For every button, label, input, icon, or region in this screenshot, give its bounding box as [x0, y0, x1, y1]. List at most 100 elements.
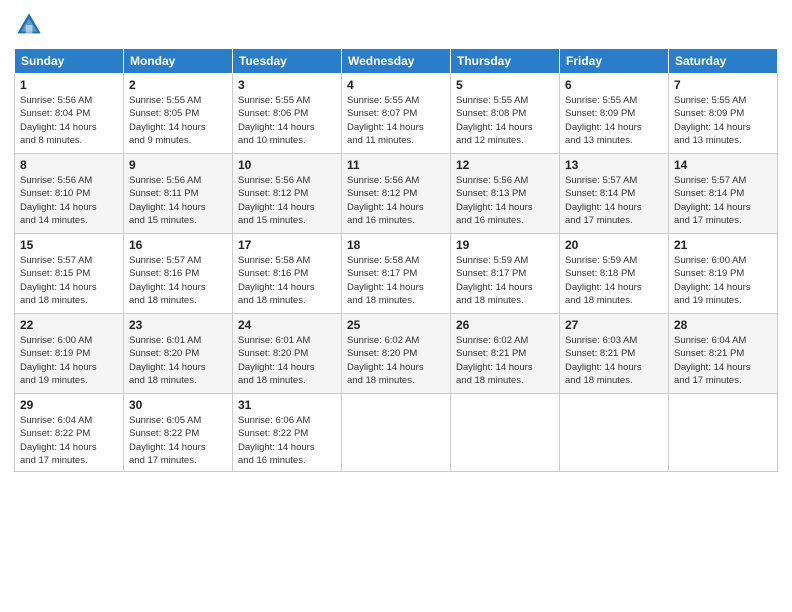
- day-number: 20: [565, 238, 663, 252]
- calendar-cell: 18 Sunrise: 5:58 AMSunset: 8:17 PMDaylig…: [342, 234, 451, 314]
- day-number: 12: [456, 158, 554, 172]
- day-info: Sunrise: 5:55 AMSunset: 8:06 PMDaylight:…: [238, 94, 336, 147]
- day-of-week-header: Sunday: [15, 49, 124, 74]
- day-info: Sunrise: 5:56 AMSunset: 8:12 PMDaylight:…: [347, 174, 445, 227]
- day-number: 8: [20, 158, 118, 172]
- calendar-cell: 16 Sunrise: 5:57 AMSunset: 8:16 PMDaylig…: [124, 234, 233, 314]
- calendar-cell: 19 Sunrise: 5:59 AMSunset: 8:17 PMDaylig…: [451, 234, 560, 314]
- day-number: 5: [456, 78, 554, 92]
- day-info: Sunrise: 5:55 AMSunset: 8:07 PMDaylight:…: [347, 94, 445, 147]
- day-number: 14: [674, 158, 772, 172]
- day-info: Sunrise: 5:57 AMSunset: 8:14 PMDaylight:…: [565, 174, 663, 227]
- day-info: Sunrise: 5:59 AMSunset: 8:17 PMDaylight:…: [456, 254, 554, 307]
- day-number: 13: [565, 158, 663, 172]
- day-info: Sunrise: 5:55 AMSunset: 8:09 PMDaylight:…: [674, 94, 772, 147]
- day-info: Sunrise: 5:55 AMSunset: 8:05 PMDaylight:…: [129, 94, 227, 147]
- calendar-cell: 1 Sunrise: 5:56 AMSunset: 8:04 PMDayligh…: [15, 74, 124, 154]
- calendar-cell: [560, 394, 669, 472]
- day-number: 2: [129, 78, 227, 92]
- day-info: Sunrise: 5:55 AMSunset: 8:09 PMDaylight:…: [565, 94, 663, 147]
- header: [14, 10, 778, 40]
- calendar: SundayMondayTuesdayWednesdayThursdayFrid…: [14, 48, 778, 472]
- calendar-cell: 3 Sunrise: 5:55 AMSunset: 8:06 PMDayligh…: [233, 74, 342, 154]
- page: SundayMondayTuesdayWednesdayThursdayFrid…: [0, 0, 792, 612]
- logo-icon: [14, 10, 44, 40]
- day-of-week-header: Saturday: [669, 49, 778, 74]
- calendar-cell: 27 Sunrise: 6:03 AMSunset: 8:21 PMDaylig…: [560, 314, 669, 394]
- calendar-cell: 23 Sunrise: 6:01 AMSunset: 8:20 PMDaylig…: [124, 314, 233, 394]
- day-of-week-header: Tuesday: [233, 49, 342, 74]
- day-info: Sunrise: 6:04 AMSunset: 8:22 PMDaylight:…: [20, 414, 118, 467]
- calendar-cell: 22 Sunrise: 6:00 AMSunset: 8:19 PMDaylig…: [15, 314, 124, 394]
- calendar-cell: 25 Sunrise: 6:02 AMSunset: 8:20 PMDaylig…: [342, 314, 451, 394]
- calendar-cell: 21 Sunrise: 6:00 AMSunset: 8:19 PMDaylig…: [669, 234, 778, 314]
- calendar-cell: 12 Sunrise: 5:56 AMSunset: 8:13 PMDaylig…: [451, 154, 560, 234]
- calendar-cell: 30 Sunrise: 6:05 AMSunset: 8:22 PMDaylig…: [124, 394, 233, 472]
- day-number: 21: [674, 238, 772, 252]
- calendar-cell: 20 Sunrise: 5:59 AMSunset: 8:18 PMDaylig…: [560, 234, 669, 314]
- day-info: Sunrise: 5:56 AMSunset: 8:13 PMDaylight:…: [456, 174, 554, 227]
- day-info: Sunrise: 5:55 AMSunset: 8:08 PMDaylight:…: [456, 94, 554, 147]
- day-number: 28: [674, 318, 772, 332]
- day-info: Sunrise: 5:56 AMSunset: 8:11 PMDaylight:…: [129, 174, 227, 227]
- day-of-week-header: Friday: [560, 49, 669, 74]
- day-of-week-header: Monday: [124, 49, 233, 74]
- day-info: Sunrise: 6:01 AMSunset: 8:20 PMDaylight:…: [129, 334, 227, 387]
- calendar-week-row: 8 Sunrise: 5:56 AMSunset: 8:10 PMDayligh…: [15, 154, 778, 234]
- day-info: Sunrise: 5:58 AMSunset: 8:17 PMDaylight:…: [347, 254, 445, 307]
- day-number: 1: [20, 78, 118, 92]
- day-number: 17: [238, 238, 336, 252]
- day-of-week-header: Thursday: [451, 49, 560, 74]
- day-number: 27: [565, 318, 663, 332]
- calendar-cell: [451, 394, 560, 472]
- calendar-cell: 4 Sunrise: 5:55 AMSunset: 8:07 PMDayligh…: [342, 74, 451, 154]
- calendar-week-row: 29 Sunrise: 6:04 AMSunset: 8:22 PMDaylig…: [15, 394, 778, 472]
- calendar-cell: [669, 394, 778, 472]
- day-number: 23: [129, 318, 227, 332]
- calendar-cell: 15 Sunrise: 5:57 AMSunset: 8:15 PMDaylig…: [15, 234, 124, 314]
- day-info: Sunrise: 5:57 AMSunset: 8:15 PMDaylight:…: [20, 254, 118, 307]
- day-info: Sunrise: 6:00 AMSunset: 8:19 PMDaylight:…: [674, 254, 772, 307]
- day-number: 6: [565, 78, 663, 92]
- day-info: Sunrise: 5:56 AMSunset: 8:10 PMDaylight:…: [20, 174, 118, 227]
- calendar-cell: 14 Sunrise: 5:57 AMSunset: 8:14 PMDaylig…: [669, 154, 778, 234]
- day-info: Sunrise: 6:03 AMSunset: 8:21 PMDaylight:…: [565, 334, 663, 387]
- day-number: 22: [20, 318, 118, 332]
- calendar-cell: 5 Sunrise: 5:55 AMSunset: 8:08 PMDayligh…: [451, 74, 560, 154]
- day-number: 16: [129, 238, 227, 252]
- calendar-cell: 31 Sunrise: 6:06 AMSunset: 8:22 PMDaylig…: [233, 394, 342, 472]
- day-number: 15: [20, 238, 118, 252]
- day-info: Sunrise: 5:58 AMSunset: 8:16 PMDaylight:…: [238, 254, 336, 307]
- day-info: Sunrise: 6:02 AMSunset: 8:21 PMDaylight:…: [456, 334, 554, 387]
- calendar-cell: 29 Sunrise: 6:04 AMSunset: 8:22 PMDaylig…: [15, 394, 124, 472]
- day-info: Sunrise: 5:56 AMSunset: 8:04 PMDaylight:…: [20, 94, 118, 147]
- day-number: 19: [456, 238, 554, 252]
- calendar-cell: 24 Sunrise: 6:01 AMSunset: 8:20 PMDaylig…: [233, 314, 342, 394]
- day-info: Sunrise: 6:05 AMSunset: 8:22 PMDaylight:…: [129, 414, 227, 467]
- calendar-cell: 8 Sunrise: 5:56 AMSunset: 8:10 PMDayligh…: [15, 154, 124, 234]
- day-number: 30: [129, 398, 227, 412]
- day-number: 10: [238, 158, 336, 172]
- day-info: Sunrise: 6:02 AMSunset: 8:20 PMDaylight:…: [347, 334, 445, 387]
- calendar-cell: 11 Sunrise: 5:56 AMSunset: 8:12 PMDaylig…: [342, 154, 451, 234]
- day-info: Sunrise: 6:01 AMSunset: 8:20 PMDaylight:…: [238, 334, 336, 387]
- calendar-cell: 26 Sunrise: 6:02 AMSunset: 8:21 PMDaylig…: [451, 314, 560, 394]
- calendar-cell: 10 Sunrise: 5:56 AMSunset: 8:12 PMDaylig…: [233, 154, 342, 234]
- day-number: 26: [456, 318, 554, 332]
- day-info: Sunrise: 5:57 AMSunset: 8:16 PMDaylight:…: [129, 254, 227, 307]
- calendar-cell: 2 Sunrise: 5:55 AMSunset: 8:05 PMDayligh…: [124, 74, 233, 154]
- calendar-cell: [342, 394, 451, 472]
- day-number: 25: [347, 318, 445, 332]
- day-info: Sunrise: 5:59 AMSunset: 8:18 PMDaylight:…: [565, 254, 663, 307]
- day-number: 18: [347, 238, 445, 252]
- day-of-week-header: Wednesday: [342, 49, 451, 74]
- day-number: 31: [238, 398, 336, 412]
- day-info: Sunrise: 6:04 AMSunset: 8:21 PMDaylight:…: [674, 334, 772, 387]
- calendar-cell: 9 Sunrise: 5:56 AMSunset: 8:11 PMDayligh…: [124, 154, 233, 234]
- calendar-cell: 7 Sunrise: 5:55 AMSunset: 8:09 PMDayligh…: [669, 74, 778, 154]
- logo: [14, 10, 48, 40]
- day-info: Sunrise: 6:00 AMSunset: 8:19 PMDaylight:…: [20, 334, 118, 387]
- day-number: 24: [238, 318, 336, 332]
- day-number: 11: [347, 158, 445, 172]
- day-info: Sunrise: 5:57 AMSunset: 8:14 PMDaylight:…: [674, 174, 772, 227]
